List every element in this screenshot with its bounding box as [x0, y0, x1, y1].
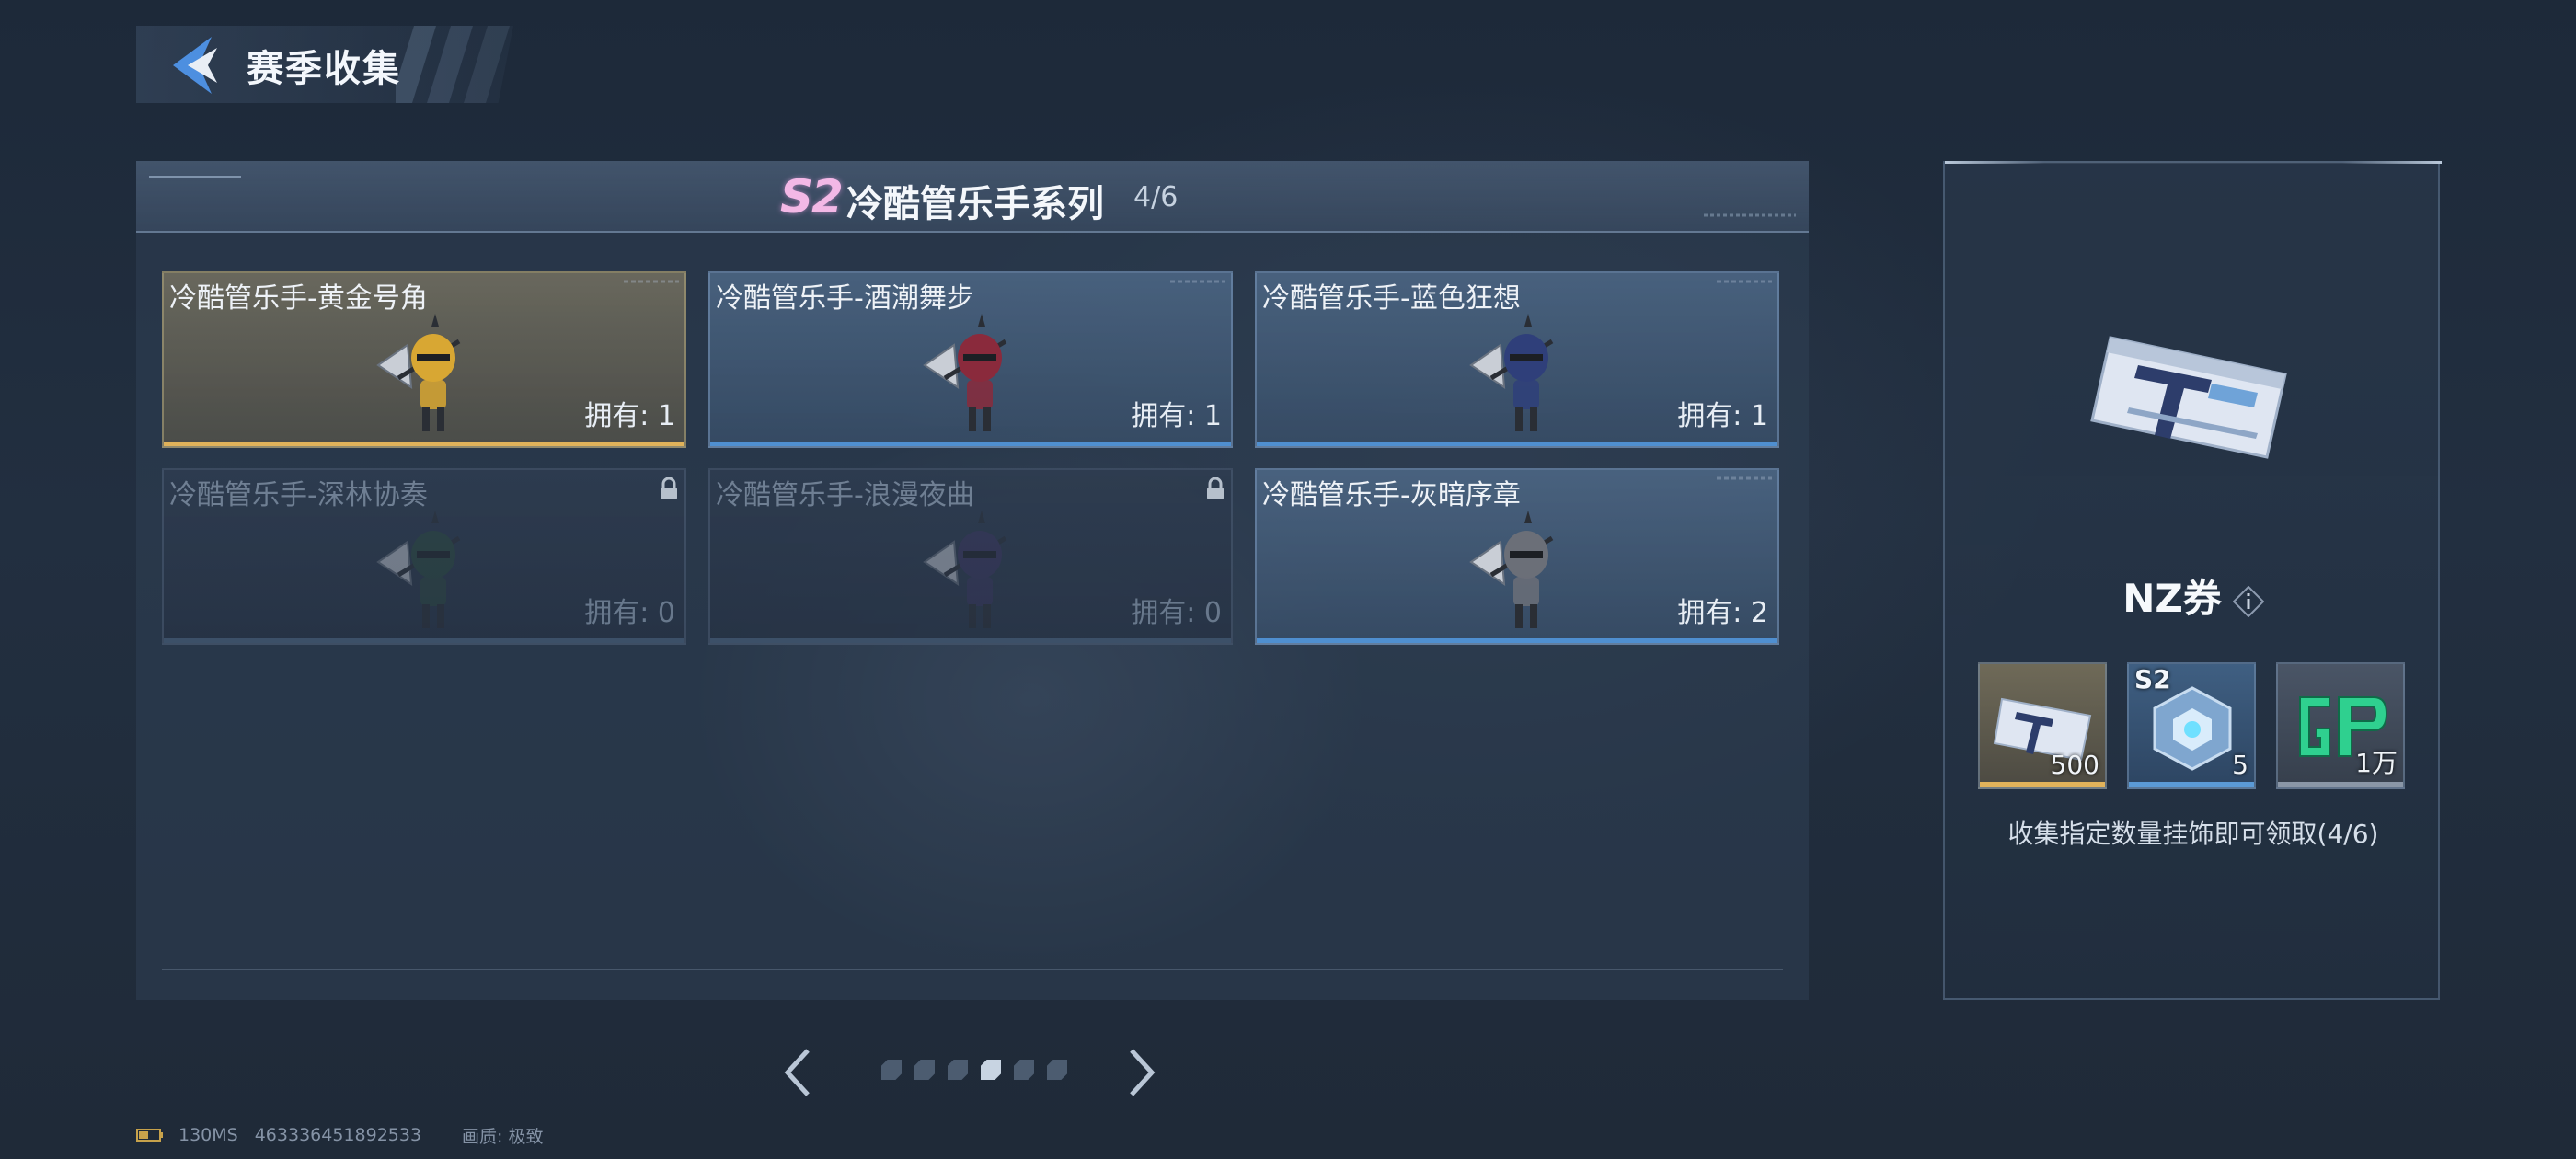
page-dot[interactable] — [948, 1060, 968, 1080]
reward-name: NZ券 — [2122, 576, 2222, 621]
header-decoration — [149, 176, 241, 178]
musician-figure-icon — [1469, 511, 1554, 628]
rarity-bar — [1257, 638, 1777, 643]
reward-panel: NZ券 500 S2 5 1万 收集指定数量挂饰即可领取(4/6) — [1943, 161, 2442, 1000]
battery-icon — [136, 1129, 163, 1142]
musician-figure-icon — [376, 511, 461, 628]
nz-ticket-icon[interactable] — [2074, 319, 2304, 476]
back-arrow-icon[interactable] — [164, 35, 223, 96]
page-title: 赛季收集 — [247, 48, 401, 90]
status-bar: 130MS 463336451892533 画质: 极致 — [136, 1124, 559, 1147]
quality-label: 画质: — [462, 1126, 503, 1147]
owned-count: 拥有: 2 — [1677, 597, 1768, 629]
owned-count: 拥有: 1 — [1677, 400, 1768, 432]
owned-count: 拥有: 0 — [584, 597, 675, 629]
header-decoration — [1704, 213, 1796, 217]
collection-panel: S2 冷酷管乐手系列 4/6 冷酷管乐手-黄金号角 拥有: 1 冷酷管乐手-酒潮舞步… — [136, 161, 1809, 1000]
panel-divider — [162, 969, 1783, 970]
collection-card[interactable]: 冷酷管乐手-蓝色狂想拥有: 1 — [1255, 271, 1779, 448]
next-page-arrow-icon[interactable] — [1126, 1047, 1157, 1098]
musician-figure-icon — [376, 314, 461, 431]
series-header: S2 冷酷管乐手系列 4/6 — [136, 161, 1809, 233]
card-name: 冷酷管乐手-浪漫夜曲 — [716, 479, 974, 511]
collection-card[interactable]: 冷酷管乐手-酒潮舞步拥有: 1 — [708, 271, 1233, 448]
rarity-bar — [2129, 782, 2254, 787]
page-dot[interactable] — [1047, 1060, 1067, 1080]
panel-top-highlight — [1945, 161, 2442, 164]
reward-quantity: 5 — [2232, 750, 2248, 780]
musician-figure-icon — [1469, 314, 1554, 431]
rarity-bar — [164, 442, 684, 446]
season-badge: S2 — [780, 170, 844, 224]
owned-count: 拥有: 1 — [1131, 400, 1222, 432]
owned-count: 拥有: 0 — [1131, 597, 1222, 629]
card-name: 冷酷管乐手-灰暗序章 — [1262, 479, 1521, 511]
card-corner-decoration — [1170, 280, 1225, 283]
series-progress: 4/6 — [1133, 181, 1179, 213]
page-dot[interactable] — [914, 1060, 935, 1080]
reward-title: NZ券 — [1945, 568, 2442, 624]
rarity-bar — [710, 638, 1231, 643]
quality-value: 极致 — [508, 1126, 544, 1147]
rarity-bar — [164, 638, 684, 643]
latency-text: 130MS — [178, 1125, 238, 1145]
card-name: 冷酷管乐手-黄金号角 — [169, 282, 428, 315]
lock-icon — [1207, 477, 1224, 499]
crystal-box-icon — [2153, 686, 2232, 771]
collection-card[interactable]: 冷酷管乐手-黄金号角拥有: 1 — [162, 271, 686, 448]
info-icon[interactable] — [2232, 585, 2264, 617]
card-name: 冷酷管乐手-蓝色狂想 — [1262, 282, 1521, 315]
owned-count: 拥有: 1 — [584, 400, 675, 432]
reward-quantity: 1万 — [2355, 748, 2398, 778]
header-stripes-decoration — [396, 26, 510, 103]
rarity-bar — [1257, 442, 1777, 446]
user-id-text: 463336451892533 — [254, 1125, 422, 1145]
page-indicator — [881, 1060, 1067, 1084]
reward-item[interactable]: S2 5 — [2127, 662, 2256, 789]
card-corner-decoration — [1717, 476, 1772, 480]
rarity-bar — [710, 442, 1231, 446]
musician-figure-icon — [923, 314, 1007, 431]
reward-item[interactable]: 500 — [1978, 662, 2107, 789]
rarity-bar — [2278, 782, 2403, 787]
reward-item-list: 500 S2 5 1万 — [1978, 662, 2405, 789]
card-name: 冷酷管乐手-酒潮舞步 — [716, 282, 974, 315]
musician-figure-icon — [923, 511, 1007, 628]
collection-card[interactable]: 冷酷管乐手-灰暗序章拥有: 2 — [1255, 468, 1779, 645]
page-dot[interactable] — [881, 1060, 902, 1080]
collection-card[interactable]: 冷酷管乐手-深林协奏拥有: 0 — [162, 468, 686, 645]
reward-item[interactable]: 1万 — [2276, 662, 2405, 789]
rarity-bar — [1980, 782, 2105, 787]
reward-description: 收集指定数量挂饰即可领取(4/6) — [2007, 819, 2379, 849]
previous-page-arrow-icon[interactable] — [782, 1047, 813, 1098]
reward-quantity: 500 — [2050, 750, 2099, 780]
season-tag: S2 — [2134, 664, 2171, 694]
card-corner-decoration — [1717, 280, 1772, 283]
collection-card[interactable]: 冷酷管乐手-浪漫夜曲拥有: 0 — [708, 468, 1233, 645]
page-dot[interactable] — [1014, 1060, 1034, 1080]
series-title: 冷酷管乐手系列 — [846, 183, 1104, 225]
card-name: 冷酷管乐手-深林协奏 — [169, 479, 428, 511]
lock-icon — [661, 477, 677, 499]
card-corner-decoration — [624, 280, 679, 283]
page-dot[interactable] — [981, 1060, 1001, 1080]
